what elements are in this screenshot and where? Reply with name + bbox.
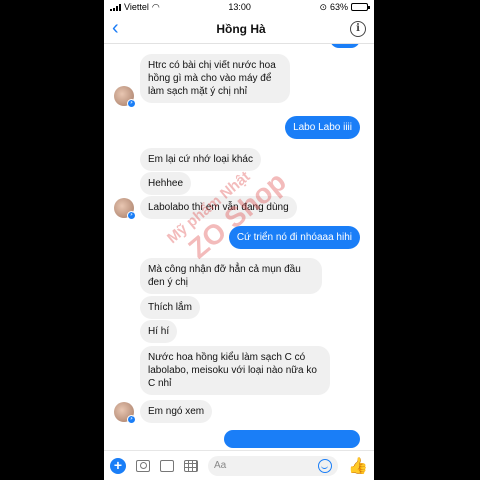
grid-icon[interactable] — [184, 459, 198, 472]
messenger-badge-icon: ⚡ — [127, 99, 136, 108]
contact-name[interactable]: Hồng Hà — [216, 22, 265, 36]
composer-bar: + Aa 👍 — [104, 450, 374, 480]
phone-screen: Viettel ◠ 13:00 ⊙ 63% ‹ Hồng Hà i Htrc c… — [104, 0, 374, 480]
message-bubble[interactable]: Mà công nhận đỡ hẳn cả mụn đầu đen ý chị — [140, 258, 322, 294]
battery-icon — [351, 3, 370, 11]
message-bubble[interactable]: Cứ triển nó đi nhóaaa hihi — [228, 226, 360, 249]
emoji-icon[interactable] — [318, 458, 333, 473]
message-bubble[interactable]: Nước hoa hồng kiểu làm sạch C có labolab… — [140, 346, 330, 395]
conversation-header: ‹ Hồng Hà i — [104, 14, 374, 44]
status-bar: Viettel ◠ 13:00 ⊙ 63% — [104, 0, 374, 14]
clock: 13:00 — [228, 2, 251, 12]
message-bubble[interactable]: Labo Labo iiii — [285, 116, 360, 139]
contact-avatar[interactable]: ⚡ — [114, 198, 136, 220]
battery-percent: 63% — [329, 2, 348, 12]
message-bubble[interactable]: Thích lắm — [140, 296, 200, 319]
contact-avatar[interactable]: ⚡ — [114, 402, 136, 424]
thumbs-up-icon[interactable]: 👍 — [348, 456, 368, 476]
plus-icon[interactable]: + — [110, 457, 126, 474]
info-icon[interactable]: i — [350, 20, 366, 37]
message-bubble[interactable]: Em ngó xem — [140, 400, 213, 423]
contact-avatar[interactable]: ⚡ — [114, 86, 136, 108]
message-bubble[interactable]: Labolabo thì em vẫn đang dùng — [140, 196, 297, 219]
messenger-badge-icon: ⚡ — [127, 415, 136, 424]
message-bubble[interactable]: Hehhee — [140, 172, 192, 195]
message-input[interactable]: Aa — [208, 455, 339, 476]
message-bubble-partial — [330, 44, 360, 48]
photo-icon[interactable] — [160, 459, 174, 472]
message-bubble-partial — [224, 430, 360, 448]
message-bubble[interactable]: Em lại cứ nhớ loại khác — [140, 148, 261, 171]
camera-icon[interactable] — [136, 459, 150, 472]
back-button[interactable]: ‹ — [112, 17, 132, 40]
message-input-placeholder: Aa — [214, 460, 227, 471]
message-list[interactable]: Htrc có bài chị viết nước hoa hồng gì mà… — [104, 44, 374, 450]
signal-icon — [110, 3, 121, 11]
message-bubble[interactable]: Htrc có bài chị viết nước hoa hồng gì mà… — [140, 54, 290, 103]
messenger-badge-icon: ⚡ — [127, 211, 136, 220]
lock-rotation-icon: ⊙ — [319, 1, 327, 12]
wifi-icon: ◠ — [151, 1, 160, 12]
message-bubble[interactable]: Hí hí — [140, 320, 178, 343]
carrier-label: Viettel — [124, 2, 149, 12]
